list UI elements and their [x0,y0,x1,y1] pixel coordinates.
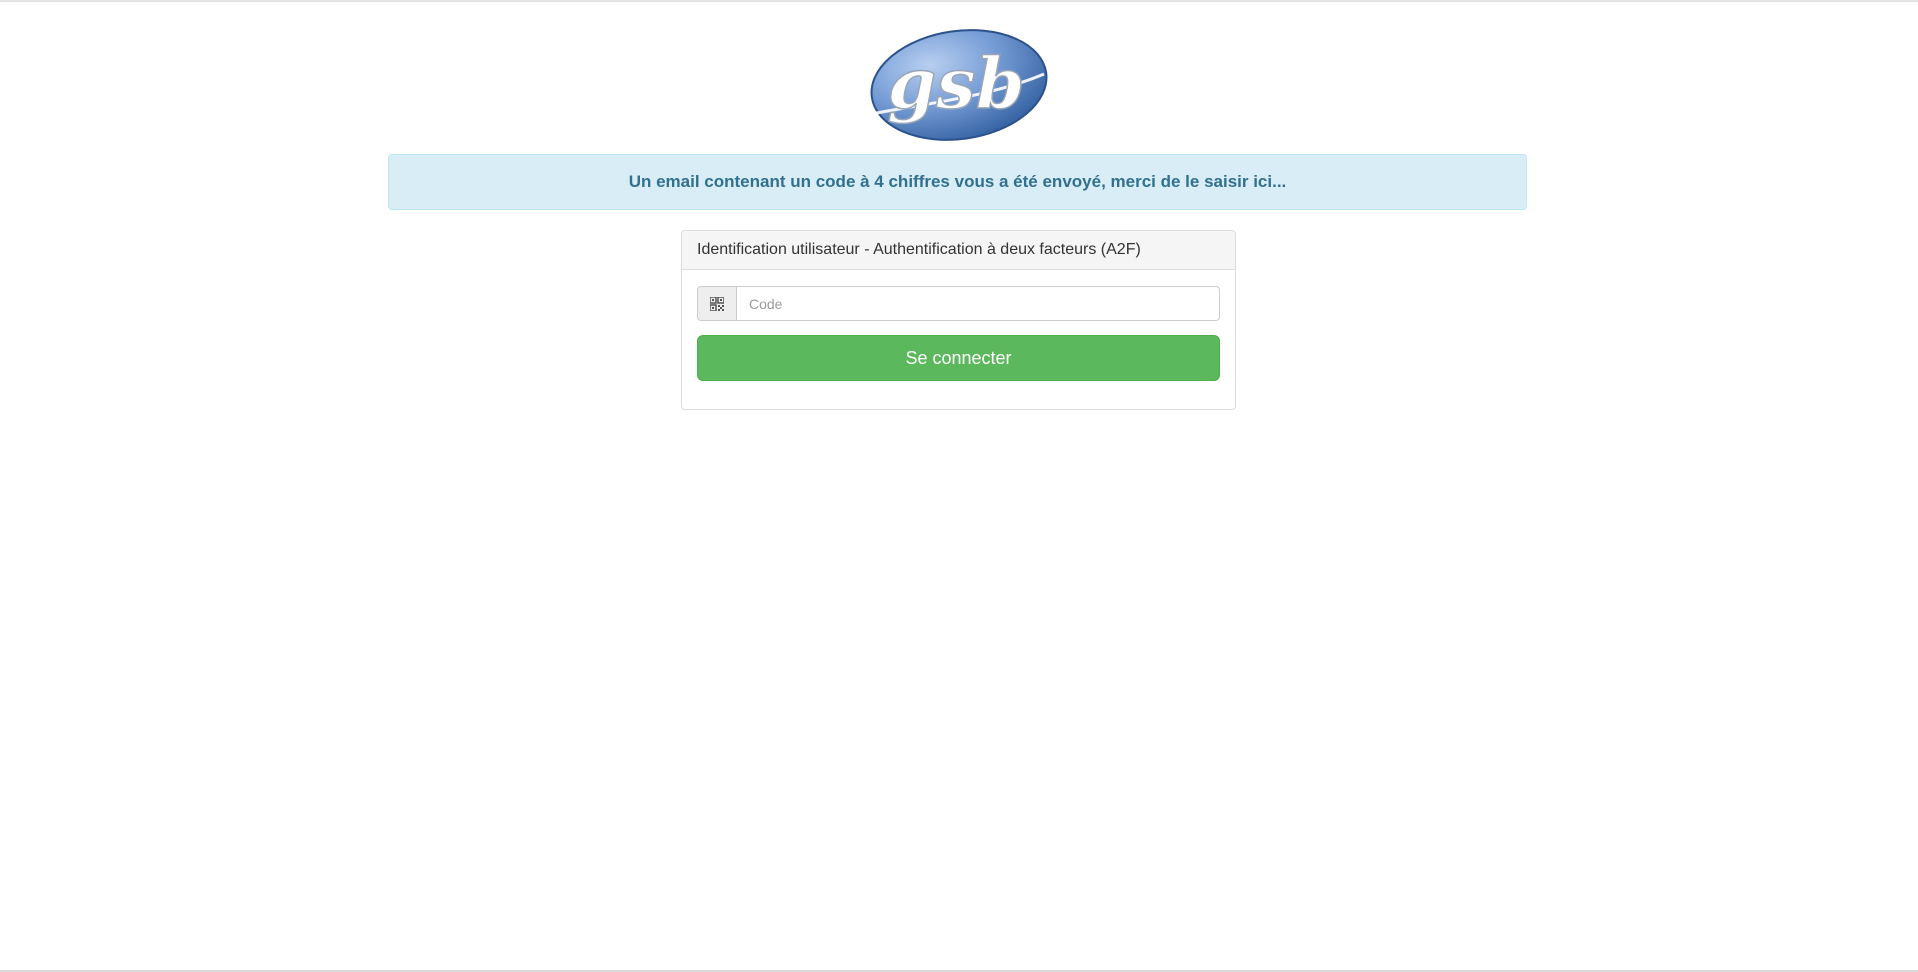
login-panel: Identification utilisateur - Authentific… [681,230,1236,410]
panel-heading: Identification utilisateur - Authentific… [682,231,1235,270]
info-alert: Un email contenant un code à 4 chiffres … [388,154,1527,210]
alert-message: Un email contenant un code à 4 chiffres … [628,172,1287,191]
login-button[interactable]: Se connecter [697,335,1220,381]
code-input[interactable] [736,286,1220,321]
page: gsb Un email contenant un code à 4 chiff… [0,0,1918,972]
panel-title: Identification utilisateur - Authentific… [697,241,1141,258]
gsb-logo: gsb [870,29,1048,141]
code-input-group [697,286,1220,321]
svg-text:gsb: gsb [887,42,1024,125]
top-divider [0,0,1918,2]
qrcode-icon [697,286,736,321]
